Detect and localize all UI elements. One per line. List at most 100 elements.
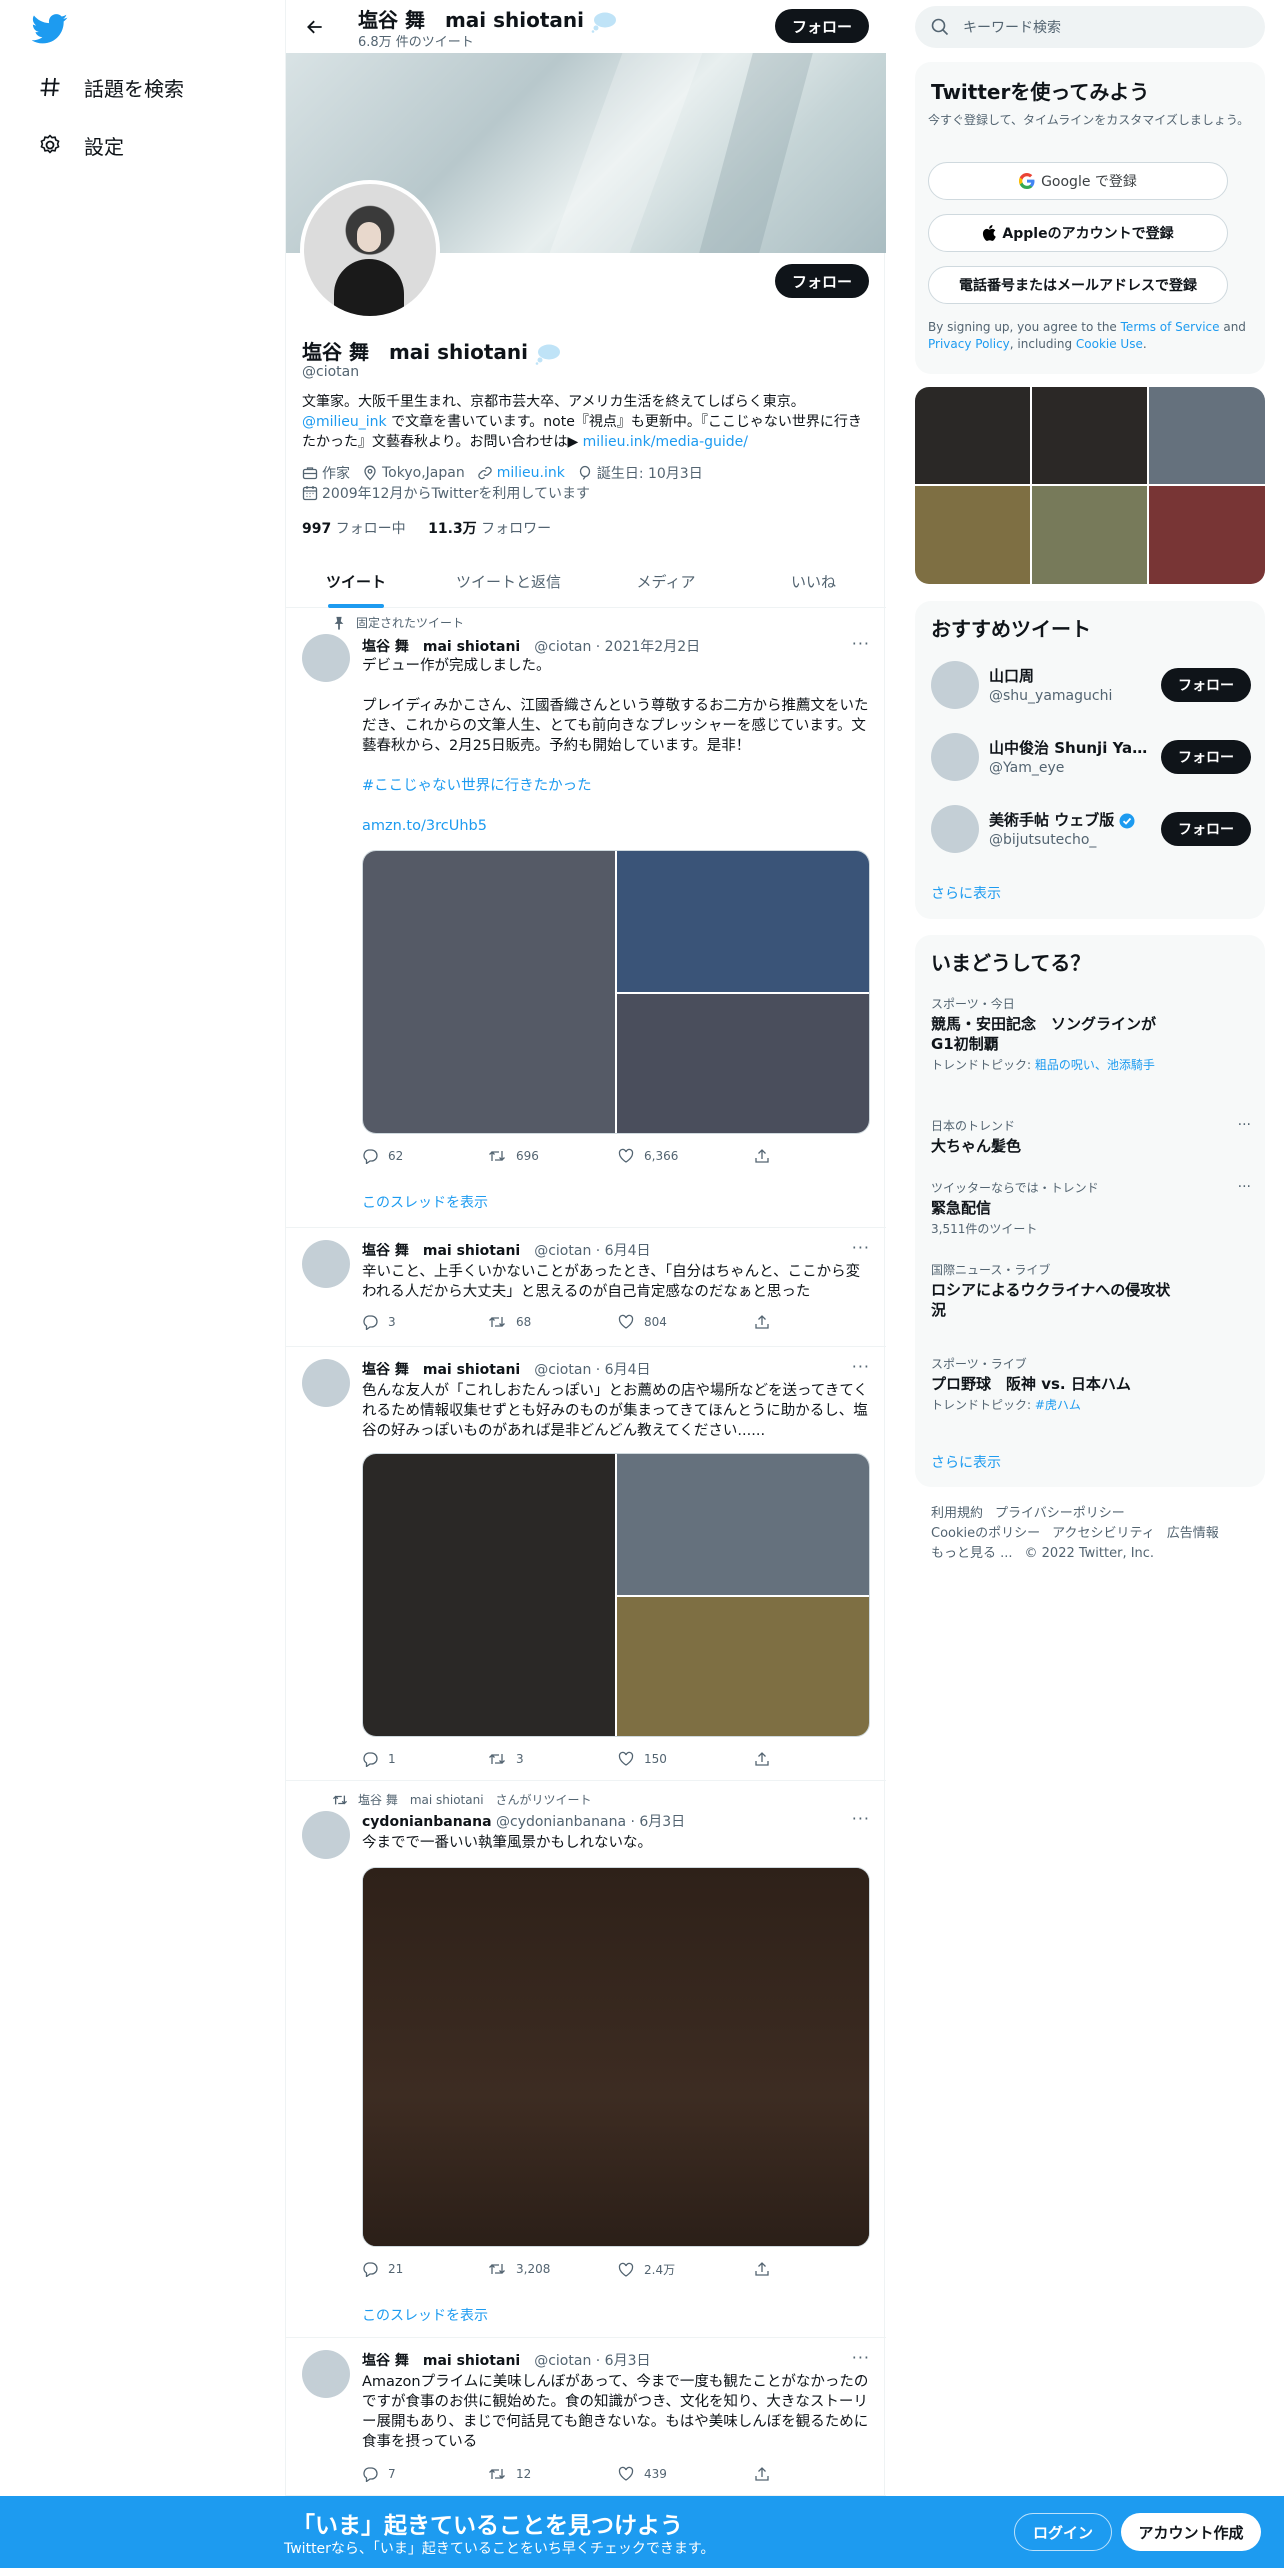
- reply-button[interactable]: 7: [362, 2466, 396, 2482]
- trends-show-more-link[interactable]: さらに表示: [931, 1452, 1001, 1472]
- signup-button[interactable]: アカウント作成: [1121, 2513, 1261, 2551]
- tweet-item[interactable]: 塩谷 舞 mai shiotani @ciotan · 6月4日 ··· 辛いこ…: [286, 1228, 886, 1347]
- more-options-icon[interactable]: ···: [852, 1357, 870, 1376]
- recommend-show-more-link[interactable]: さらに表示: [931, 883, 1001, 903]
- footer-accessibility-link[interactable]: アクセシビリティ: [1052, 1526, 1155, 1541]
- tweet-author-name[interactable]: 塩谷 舞 mai shiotani: [362, 2353, 520, 2369]
- media-thumbnail[interactable]: [1032, 387, 1147, 484]
- media-image[interactable]: [363, 1454, 615, 1736]
- trend-item[interactable]: スポーツ・今日 競馬・安田記念 ソングラインがG1初制覇 トレンドトピック: 粗…: [931, 995, 1251, 1073]
- tweet-author-name[interactable]: 塩谷 舞 mai shiotani: [362, 1243, 520, 1259]
- more-options-icon[interactable]: ···: [852, 634, 870, 653]
- trend-topic-link[interactable]: 粗品の呪い、池添騎手: [1035, 1058, 1155, 1072]
- header-follow-button[interactable]: フォロー: [775, 9, 869, 43]
- following-count[interactable]: 997 フォロー中: [302, 521, 406, 537]
- tweet-url-link[interactable]: amzn.to/3rcUhb5: [362, 816, 872, 836]
- search-input[interactable]: キーワード検索: [963, 17, 1061, 37]
- recommend-user-name[interactable]: 美術手帖 ウェブ版: [989, 811, 1114, 829]
- recommend-user-name[interactable]: 山中俊治 Shunji Yam...: [989, 737, 1149, 758]
- website-link[interactable]: milieu.ink: [497, 465, 565, 481]
- recommend-user[interactable]: 山中俊治 Shunji Yam... @Yam_eye フォロー: [931, 727, 1251, 787]
- recommend-user[interactable]: 美術手帖 ウェブ版 @bijutsutecho_ フォロー: [931, 799, 1251, 859]
- trend-item[interactable]: 日本のトレンド 大ちゃん髪色 ···: [931, 1117, 1251, 1156]
- like-button[interactable]: 439: [618, 2466, 667, 2482]
- share-button[interactable]: [754, 1148, 780, 1164]
- trend-item[interactable]: 国際ニュース・ライブ ロシアによるウクライナへの侵攻状況: [931, 1261, 1251, 1320]
- reply-button[interactable]: 1: [362, 1751, 396, 1767]
- media-thumbnail[interactable]: [915, 486, 1030, 584]
- nav-settings[interactable]: 設定: [22, 120, 138, 170]
- like-button[interactable]: 804: [618, 1314, 667, 1330]
- recommend-follow-button[interactable]: フォロー: [1161, 668, 1251, 702]
- retweet-button[interactable]: 68: [488, 1314, 531, 1330]
- cookie-link[interactable]: Cookie Use: [1076, 337, 1143, 351]
- google-signup-button[interactable]: Google で登録: [928, 162, 1228, 200]
- search-bar[interactable]: キーワード検索: [915, 6, 1265, 48]
- bio-url-link[interactable]: milieu.ink/media-guide/: [583, 434, 748, 450]
- footer-more-link[interactable]: もっと見る ...: [931, 1546, 1013, 1561]
- tweet-meta[interactable]: @ciotan · 6月3日: [534, 2353, 650, 2369]
- tab-likes[interactable]: いいね: [741, 555, 886, 608]
- tweet-meta[interactable]: @ciotan · 6月4日: [534, 1243, 650, 1259]
- avatar[interactable]: [931, 733, 979, 781]
- media-image[interactable]: [617, 851, 869, 992]
- share-button[interactable]: [754, 2261, 780, 2277]
- recommend-user[interactable]: 山口周 @shu_yamaguchi フォロー: [931, 655, 1251, 715]
- media-image[interactable]: [617, 994, 869, 1133]
- profile-avatar[interactable]: [300, 180, 440, 320]
- privacy-link[interactable]: Privacy Policy: [928, 337, 1010, 351]
- phone-email-signup-button[interactable]: 電話番号またはメールアドレスで登録: [928, 266, 1228, 304]
- recommend-follow-button[interactable]: フォロー: [1161, 740, 1251, 774]
- retweet-button[interactable]: 12: [488, 2466, 531, 2482]
- tweet-media[interactable]: [362, 1867, 870, 2247]
- media-image[interactable]: [363, 1868, 869, 2246]
- show-thread-link[interactable]: このスレッドを表示: [362, 1192, 488, 1212]
- more-options-icon[interactable]: ···: [852, 1809, 870, 1828]
- media-thumbnail[interactable]: [915, 387, 1030, 484]
- tweet-item[interactable]: 塩谷 舞 mai shiotani @ciotan · 6月4日 ··· 色んな…: [286, 1347, 886, 1781]
- tweet-media[interactable]: [362, 850, 870, 1134]
- avatar[interactable]: [931, 805, 979, 853]
- login-button[interactable]: ログイン: [1014, 2513, 1112, 2551]
- profile-follow-button[interactable]: フォロー: [775, 264, 869, 298]
- avatar[interactable]: [302, 1240, 350, 1288]
- media-image[interactable]: [617, 1597, 869, 1736]
- more-options-icon[interactable]: ···: [852, 2348, 870, 2367]
- avatar[interactable]: [302, 1811, 350, 1859]
- tab-tweets-replies[interactable]: ツイートと返信: [426, 555, 591, 608]
- media-thumbnail[interactable]: [1149, 486, 1265, 584]
- retweet-button[interactable]: 696: [488, 1148, 539, 1164]
- tweet-meta[interactable]: @cydonianbanana · 6月3日: [496, 1814, 685, 1830]
- avatar[interactable]: [302, 634, 350, 682]
- tab-media[interactable]: メディア: [591, 555, 741, 608]
- reply-button[interactable]: 62: [362, 1148, 403, 1164]
- retweet-button[interactable]: 3,208: [488, 2261, 550, 2277]
- apple-signup-button[interactable]: Appleのアカウントで登録: [928, 214, 1228, 252]
- twitter-logo-icon[interactable]: [32, 14, 68, 44]
- tweet-author-name[interactable]: cydonianbanana: [362, 1814, 492, 1830]
- tweet-hashtag-link[interactable]: #ここじゃない世界に行きたかった: [362, 776, 872, 796]
- tweet-meta[interactable]: @ciotan · 6月4日: [534, 1362, 650, 1378]
- show-thread-link[interactable]: このスレッドを表示: [362, 2305, 488, 2325]
- trend-item[interactable]: ツイッターならでは・トレンド 緊急配信 3,511件のツイート ···: [931, 1179, 1251, 1237]
- recommend-user-name[interactable]: 山口周: [989, 665, 1149, 686]
- tweet-author-name[interactable]: 塩谷 舞 mai shiotani: [362, 639, 520, 655]
- like-button[interactable]: 6,366: [618, 1148, 678, 1164]
- footer-privacy-link[interactable]: プライバシーポリシー: [995, 1506, 1125, 1521]
- retweet-context-label[interactable]: 塩谷 舞 mai shiotani さんがリツイート: [358, 1791, 592, 1808]
- retweet-button[interactable]: 3: [488, 1751, 524, 1767]
- share-button[interactable]: [754, 2466, 780, 2482]
- recommend-follow-button[interactable]: フォロー: [1161, 812, 1251, 846]
- tweet-item[interactable]: 塩谷 舞 mai shiotani さんがリツイート cydonianbanan…: [286, 1781, 886, 2338]
- avatar[interactable]: [931, 661, 979, 709]
- more-options-icon[interactable]: ···: [1238, 1117, 1251, 1133]
- media-thumbnail[interactable]: [1149, 387, 1265, 484]
- bio-mention-link[interactable]: @milieu_ink: [302, 414, 387, 430]
- share-button[interactable]: [754, 1751, 780, 1767]
- tweet-meta[interactable]: @ciotan · 2021年2月2日: [534, 639, 700, 655]
- share-button[interactable]: [754, 1314, 780, 1330]
- trend-topic-link[interactable]: #虎ハム: [1035, 1398, 1081, 1412]
- footer-tos-link[interactable]: 利用規約: [931, 1506, 983, 1521]
- avatar[interactable]: [302, 1359, 350, 1407]
- reply-button[interactable]: 21: [362, 2261, 403, 2277]
